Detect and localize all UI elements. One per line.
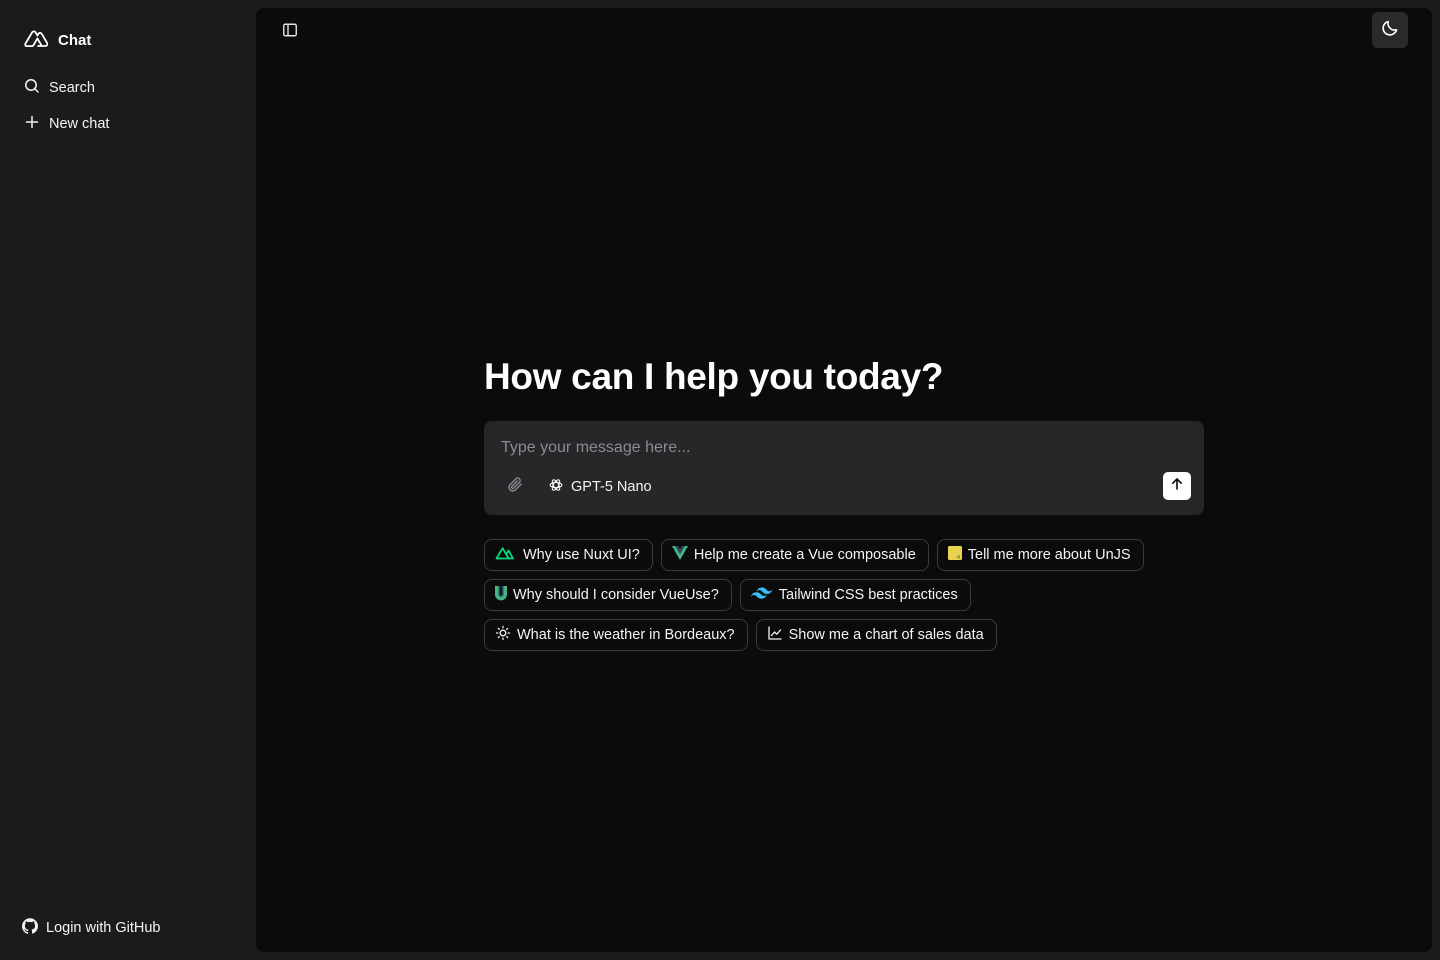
suggestion-vue-composable[interactable]: Help me create a Vue composable bbox=[660, 539, 929, 571]
page-title: How can I help you today? bbox=[484, 356, 944, 397]
vue-icon bbox=[671, 546, 688, 564]
brand-title: Chat bbox=[58, 31, 92, 49]
svg-text:uj: uj bbox=[956, 554, 960, 559]
openai-icon bbox=[548, 477, 564, 497]
moon-icon bbox=[1380, 18, 1400, 43]
plus-icon bbox=[24, 114, 40, 134]
suggestion-row: What is the weather in Bordeaux? Show me… bbox=[484, 619, 1204, 651]
suggestion-row: Why should I consider VueUse? Tailwind C… bbox=[484, 579, 1204, 611]
suggestion-vueuse[interactable]: Why should I consider VueUse? bbox=[484, 579, 732, 611]
attach-file-button[interactable] bbox=[502, 474, 528, 500]
suggestion-nuxt-ui[interactable]: Why use Nuxt UI? bbox=[484, 539, 653, 571]
suggestion-list: Why use Nuxt UI? Help me create a Vue co… bbox=[484, 539, 1204, 659]
suggestion-sales-chart[interactable]: Show me a chart of sales data bbox=[755, 619, 997, 651]
vueuse-icon bbox=[495, 585, 507, 605]
message-input[interactable] bbox=[484, 435, 1164, 461]
suggestion-tailwind[interactable]: Tailwind CSS best practices bbox=[739, 579, 971, 611]
sidebar-item-label: Search bbox=[49, 80, 95, 96]
sidebar-toggle-button[interactable] bbox=[278, 20, 302, 44]
sidebar-item-search[interactable]: Search bbox=[16, 72, 240, 104]
main-panel: How can I help you today? Type your mess… bbox=[256, 8, 1432, 952]
model-label: GPT-5 Nano bbox=[571, 479, 652, 495]
theme-toggle-button[interactable] bbox=[1372, 12, 1408, 48]
login-with-github-button[interactable]: Login with GitHub bbox=[16, 912, 240, 944]
sidebar-item-label: New chat bbox=[49, 116, 110, 132]
suggestion-weather[interactable]: What is the weather in Bordeaux? bbox=[484, 619, 748, 651]
message-composer: GPT-5 Nano bbox=[484, 421, 1204, 515]
login-label: Login with GitHub bbox=[46, 920, 161, 936]
search-icon bbox=[24, 78, 40, 98]
unjs-icon: uj bbox=[947, 546, 962, 564]
suggestion-unjs[interactable]: uj Tell me more about UnJS bbox=[936, 539, 1144, 571]
sidebar-item-new-chat[interactable]: New chat bbox=[16, 108, 240, 140]
suggestion-label: Why should I consider VueUse? bbox=[513, 587, 719, 603]
brand[interactable]: Chat bbox=[24, 28, 91, 52]
tailwind-icon bbox=[750, 586, 773, 604]
suggestion-label: Tell me more about UnJS bbox=[967, 547, 1131, 563]
line-chart-icon bbox=[767, 625, 783, 645]
model-select[interactable]: GPT-5 Nano bbox=[542, 473, 658, 501]
github-icon bbox=[22, 918, 38, 938]
send-button[interactable] bbox=[1163, 472, 1191, 500]
suggestion-label: Tailwind CSS best practices bbox=[778, 587, 958, 603]
sun-icon bbox=[495, 625, 511, 645]
sidebar: Chat Search New chat Login with GitHub bbox=[0, 0, 256, 960]
suggestion-label: Why use Nuxt UI? bbox=[523, 547, 640, 563]
suggestion-label: Show me a chart of sales data bbox=[788, 627, 984, 643]
paperclip-icon bbox=[507, 476, 524, 498]
arrow-up-icon bbox=[1170, 477, 1184, 496]
suggestion-label: What is the weather in Bordeaux? bbox=[517, 627, 735, 643]
panel-left-icon bbox=[282, 22, 298, 43]
suggestion-row: Why use Nuxt UI? Help me create a Vue co… bbox=[484, 539, 1204, 571]
suggestion-label: Help me create a Vue composable bbox=[693, 547, 916, 563]
nuxt-icon bbox=[495, 546, 517, 564]
app-root: Chat Search New chat Login with GitHub H… bbox=[0, 0, 1440, 960]
nuxt-logo-icon bbox=[24, 30, 49, 51]
